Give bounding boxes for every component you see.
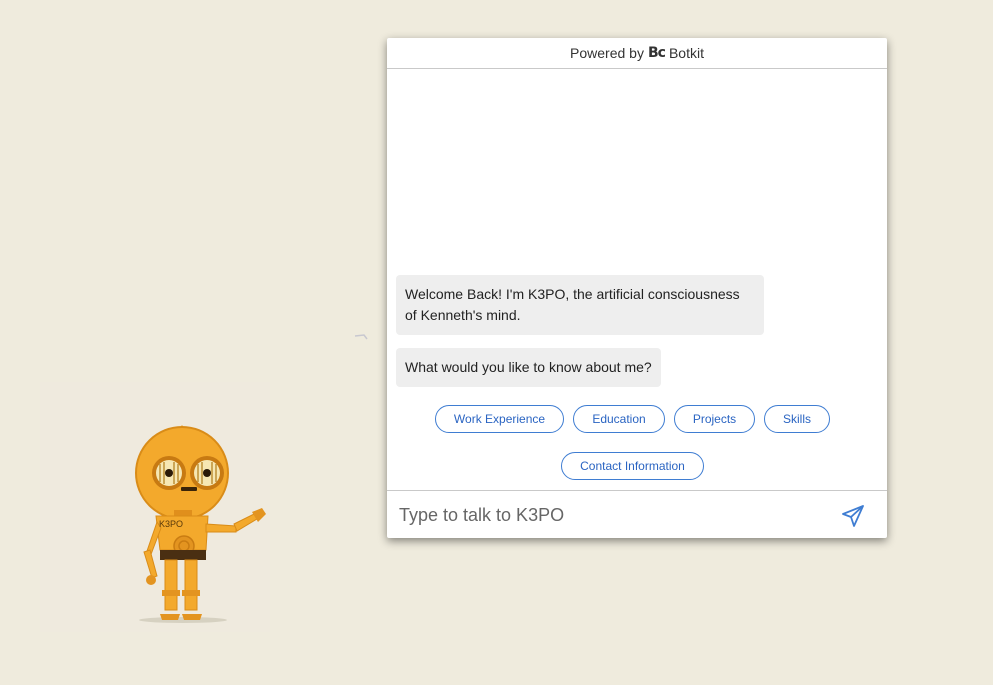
chat-header: Powered by Bc Botkit: [387, 38, 887, 69]
robot-mascot: K3PO: [40, 382, 270, 632]
powered-by-label: Powered by: [570, 45, 644, 61]
quick-reply-skills[interactable]: Skills: [764, 405, 830, 433]
botkit-logo-icon: Bc: [647, 45, 666, 61]
bot-message: What would you like to know about me?: [396, 348, 661, 387]
quick-reply-education[interactable]: Education: [573, 405, 665, 433]
robot-illustration: [135, 425, 266, 623]
quick-reply-projects[interactable]: Projects: [674, 405, 755, 433]
robot-chest-label: K3PO: [159, 519, 184, 529]
stray-mark: [354, 334, 368, 340]
brand-name[interactable]: Botkit: [669, 45, 704, 61]
message-input-bar: [387, 490, 887, 538]
quick-reply-work-experience[interactable]: Work Experience: [435, 405, 564, 433]
chat-widget: Powered by Bc Botkit Welcome Back! I'm K…: [387, 38, 887, 538]
message-list[interactable]: Welcome Back! I'm K3PO, the artificial c…: [387, 69, 887, 490]
message-input[interactable]: [397, 499, 821, 531]
send-icon[interactable]: [841, 504, 865, 528]
bot-message: Welcome Back! I'm K3PO, the artificial c…: [396, 275, 764, 335]
quick-reply-contact-information[interactable]: Contact Information: [561, 452, 704, 480]
